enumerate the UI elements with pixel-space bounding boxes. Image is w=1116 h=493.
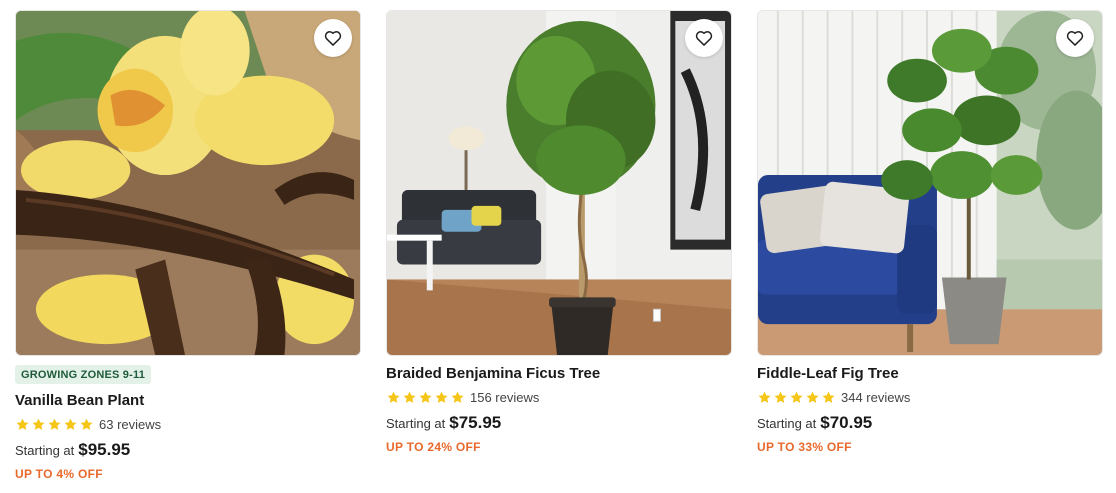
- product-card[interactable]: Fiddle-Leaf Fig Tree 344 reviews Startin…: [757, 10, 1103, 481]
- review-count[interactable]: 156 reviews: [470, 390, 539, 405]
- star-icon: [790, 391, 803, 403]
- star-icon: [758, 391, 771, 403]
- product-image-ficus[interactable]: [386, 10, 732, 356]
- rating-row[interactable]: 344 reviews: [757, 388, 1103, 406]
- heart-icon: [324, 31, 342, 46]
- star-icon: [16, 418, 29, 430]
- product-card[interactable]: GROWING ZONES 9-11 Vanilla Bean Plant 63…: [15, 10, 361, 481]
- price: $95.95: [78, 440, 131, 459]
- rating-row[interactable]: 156 reviews: [386, 388, 732, 406]
- star-icon: [80, 418, 93, 430]
- star-icon: [32, 418, 45, 430]
- starting-at-label: Starting at: [386, 416, 446, 431]
- wishlist-button[interactable]: [685, 19, 723, 57]
- wishlist-button[interactable]: [314, 19, 352, 57]
- product-card[interactable]: Braided Benjamina Ficus Tree 156 reviews…: [386, 10, 732, 481]
- fiddle-leaf-fig-image: [758, 11, 1102, 355]
- star-rating: [386, 390, 465, 405]
- product-title[interactable]: Vanilla Bean Plant: [15, 392, 361, 410]
- product-image-fiddle-leaf[interactable]: [757, 10, 1103, 356]
- star-icon: [774, 391, 787, 403]
- star-icon: [451, 391, 464, 403]
- product-title[interactable]: Fiddle-Leaf Fig Tree: [757, 365, 1103, 383]
- star-icon: [822, 391, 835, 403]
- heart-icon: [695, 31, 713, 46]
- growing-zones-badge: GROWING ZONES 9-11: [15, 365, 152, 384]
- price-row: Starting at $75.95: [386, 413, 732, 433]
- review-count[interactable]: 63 reviews: [99, 417, 161, 432]
- discount-label: UP TO 33% OFF: [757, 440, 852, 454]
- star-icon: [387, 391, 400, 403]
- starting-at-label: Starting at: [15, 443, 75, 458]
- star-icon: [806, 391, 819, 403]
- star-icon: [403, 391, 416, 403]
- discount-label: UP TO 24% OFF: [386, 440, 481, 454]
- star-icon: [435, 391, 448, 403]
- review-count[interactable]: 344 reviews: [841, 390, 910, 405]
- rating-row[interactable]: 63 reviews: [15, 415, 361, 433]
- price-row: Starting at $95.95: [15, 440, 361, 460]
- star-icon: [48, 418, 61, 430]
- star-icon: [64, 418, 77, 430]
- star-rating: [757, 390, 836, 405]
- price-row: Starting at $70.95: [757, 413, 1103, 433]
- starting-at-label: Starting at: [757, 416, 817, 431]
- heart-icon: [1066, 31, 1084, 46]
- price: $70.95: [820, 413, 873, 432]
- price: $75.95: [449, 413, 502, 432]
- discount-label: UP TO 4% OFF: [15, 467, 103, 481]
- vanilla-orchid-image: [16, 11, 360, 355]
- ficus-tree-image: [387, 11, 731, 355]
- star-rating: [15, 417, 94, 432]
- product-image-vanilla[interactable]: [15, 10, 361, 356]
- product-title[interactable]: Braided Benjamina Ficus Tree: [386, 365, 732, 383]
- wishlist-button[interactable]: [1056, 19, 1094, 57]
- star-icon: [419, 391, 432, 403]
- product-grid: GROWING ZONES 9-11 Vanilla Bean Plant 63…: [15, 10, 1103, 481]
